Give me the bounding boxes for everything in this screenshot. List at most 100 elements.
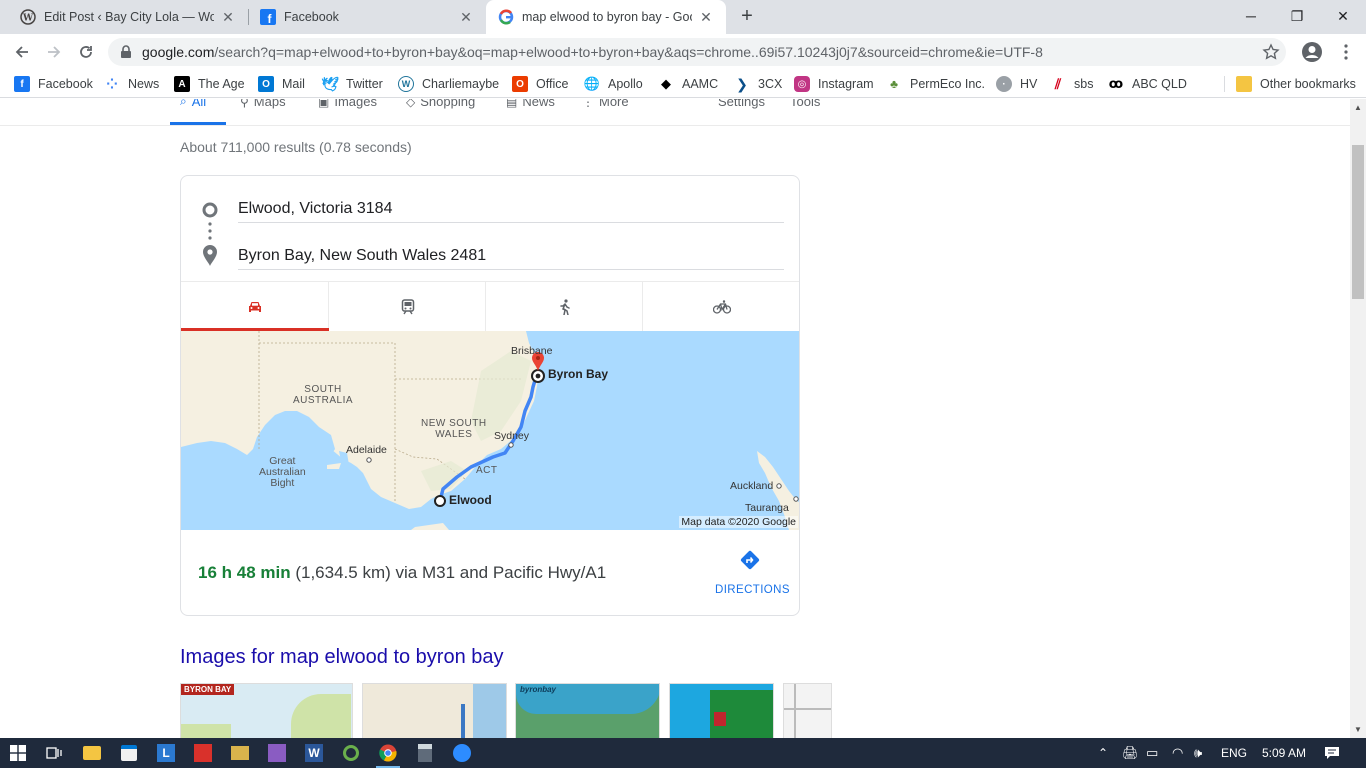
image-thumbnail[interactable]: byronbay	[515, 683, 660, 738]
taskbar-calculator[interactable]	[411, 741, 439, 765]
scroll-up-arrow-icon[interactable]: ▲	[1354, 103, 1362, 112]
origin-field[interactable]: Elwood, Victoria 3184	[238, 200, 392, 218]
bookmark-office[interactable]: O Office	[512, 75, 568, 93]
images-section-heading[interactable]: Images for map elwood to byron bay	[180, 646, 504, 669]
task-view-button[interactable]	[40, 741, 68, 765]
bookmark-other-bookmarks[interactable]: Other bookmarks	[1236, 75, 1356, 93]
forward-button[interactable]	[42, 40, 66, 64]
google-news-icon: ⁘	[106, 75, 118, 92]
restore-button[interactable]: ❐	[1274, 0, 1320, 32]
taskbar-word[interactable]: W	[300, 741, 328, 765]
volume-control[interactable]: 🕪	[1194, 738, 1202, 768]
start-button[interactable]	[4, 741, 32, 765]
taskbar-folder-app[interactable]	[226, 741, 254, 765]
bookmark-permeco[interactable]: ♣ PermEco Inc.	[886, 75, 985, 93]
nav-tools[interactable]: Tools	[790, 99, 820, 109]
nav-all[interactable]: ⌕ All	[180, 99, 206, 109]
bookmark-3cx[interactable]: ❯ 3CX	[734, 75, 782, 93]
scrollbar-thumb[interactable]	[1352, 145, 1364, 299]
bookmark-news[interactable]: ⁘ News	[104, 75, 159, 93]
map-label-new-south-wales: NEW SOUTH WALES	[421, 418, 487, 440]
tab-wordpress[interactable]: W Edit Post ‹ Bay City Lola — WordPress …	[8, 0, 249, 34]
bookmark-twitter[interactable]: 🕊 Twitter	[321, 75, 383, 93]
calculator-icon	[418, 744, 432, 762]
kebab-menu-icon: ⋮	[582, 99, 594, 109]
bookmark-sbs[interactable]: ⫽ sbs	[1050, 75, 1094, 93]
minimize-button[interactable]: ─	[1228, 0, 1274, 32]
taskbar-zoom[interactable]	[448, 741, 476, 765]
bicycle-icon	[713, 300, 731, 314]
mode-cycling[interactable]	[643, 282, 799, 332]
taskbar-file-explorer[interactable]	[78, 741, 106, 765]
directions-button[interactable]: DIRECTIONS	[715, 549, 790, 596]
route-duration: 16 h 48 min	[198, 563, 291, 582]
taskbar-chrome[interactable]	[374, 741, 402, 768]
bookmark-apollo[interactable]: 🌐 Apollo	[584, 75, 643, 93]
route-origin-destination-icon	[202, 202, 218, 266]
origin-underline	[238, 222, 784, 223]
page-scrollbar[interactable]: ▲ ▼	[1350, 99, 1366, 738]
action-center-button[interactable]	[1324, 738, 1340, 768]
address-bar[interactable]: google.com/search?q=map+elwood+to+byron+…	[108, 38, 1286, 66]
route-map[interactable]: Brisbane Byron Bay SOUTH AUSTRALIA NEW S…	[181, 331, 799, 530]
taskbar-red-app[interactable]	[189, 741, 217, 765]
image-thumbnail[interactable]	[783, 683, 832, 738]
close-window-button[interactable]: ✕	[1320, 0, 1366, 32]
taskbar-green-app[interactable]	[337, 741, 365, 765]
tab-google-search[interactable]: map elwood to byron bay - Google Search …	[486, 0, 726, 34]
image-thumbnail[interactable]	[669, 683, 774, 738]
tray-app-icon[interactable]: 🖨	[1122, 738, 1139, 768]
image-thumbnail[interactable]	[362, 683, 507, 738]
bookmark-the-age[interactable]: A The Age	[174, 75, 245, 93]
bookmark-instagram[interactable]: ◎ Instagram	[794, 75, 874, 93]
bookmark-hv[interactable]: · HV	[996, 75, 1037, 93]
nav-maps[interactable]: ⚲ Maps	[240, 99, 286, 109]
battery-status[interactable]: ▭	[1146, 738, 1158, 768]
clock[interactable]: 5:09 AM	[1262, 738, 1306, 768]
outlook-icon: O	[258, 76, 274, 92]
chrome-icon	[379, 744, 397, 762]
task-view-icon	[46, 747, 62, 759]
show-hidden-icons[interactable]: ⌃	[1098, 738, 1108, 768]
folder-icon	[83, 746, 101, 760]
profile-avatar[interactable]	[1300, 40, 1324, 64]
result-stats: About 711,000 results (0.78 seconds)	[180, 139, 412, 155]
nav-settings[interactable]: Settings	[718, 99, 765, 109]
mode-walking[interactable]	[486, 282, 643, 332]
sbs-icon: ⫽	[1054, 75, 1062, 92]
bookmark-charliemaybe[interactable]: W Charliemaybe	[398, 75, 499, 93]
route-summary: 16 h 48 min (1,634.5 km) via M31 and Pac…	[198, 563, 606, 583]
map-label-byron-bay: Byron Bay	[548, 367, 609, 381]
input-language[interactable]: ENG	[1221, 738, 1247, 768]
search-nav-bar: ⌕ All ⚲ Maps ▣ Images ◇ Shopping ▤ News ⋮ More…	[0, 99, 1350, 126]
nav-more[interactable]: ⋮ More	[582, 99, 629, 109]
bookmark-abc-qld[interactable]: ꝏ ABC QLD	[1108, 75, 1187, 93]
nav-images[interactable]: ▣ Images	[318, 99, 377, 109]
image-thumbnail[interactable]: BYRON BAY	[180, 683, 353, 738]
wifi-icon: ◠	[1172, 745, 1184, 760]
bookmark-aamc[interactable]: ◆ AAMC	[658, 75, 718, 93]
new-tab-button[interactable]: +	[736, 6, 758, 28]
close-tab-icon[interactable]: ✕	[458, 9, 474, 25]
lock-icon[interactable]	[120, 45, 132, 64]
map-label-tauranga: Tauranga	[745, 502, 789, 514]
back-button[interactable]	[10, 40, 34, 64]
taskbar-app-l[interactable]: L	[152, 741, 180, 765]
bookmark-mail[interactable]: O Mail	[258, 75, 305, 93]
scroll-down-arrow-icon[interactable]: ▼	[1354, 725, 1362, 734]
reload-button[interactable]	[74, 40, 98, 64]
mode-transit[interactable]	[329, 282, 486, 332]
taskbar-store[interactable]	[115, 741, 143, 765]
destination-field[interactable]: Byron Bay, New South Wales 2481	[238, 247, 486, 265]
bookmark-star-icon[interactable]	[1262, 43, 1280, 66]
network-status[interactable]: ◠	[1172, 738, 1183, 768]
bookmark-facebook[interactable]: f Facebook	[14, 75, 93, 93]
close-tab-icon[interactable]: ✕	[220, 9, 236, 25]
close-tab-icon[interactable]: ✕	[698, 9, 714, 25]
nav-news[interactable]: ▤ News	[506, 99, 555, 109]
tab-facebook[interactable]: f Facebook ✕	[248, 0, 486, 34]
nav-shopping[interactable]: ◇ Shopping	[406, 99, 475, 109]
mode-driving[interactable]	[181, 282, 329, 332]
chrome-menu-button[interactable]	[1334, 40, 1358, 64]
taskbar-tools-app[interactable]	[263, 741, 291, 765]
